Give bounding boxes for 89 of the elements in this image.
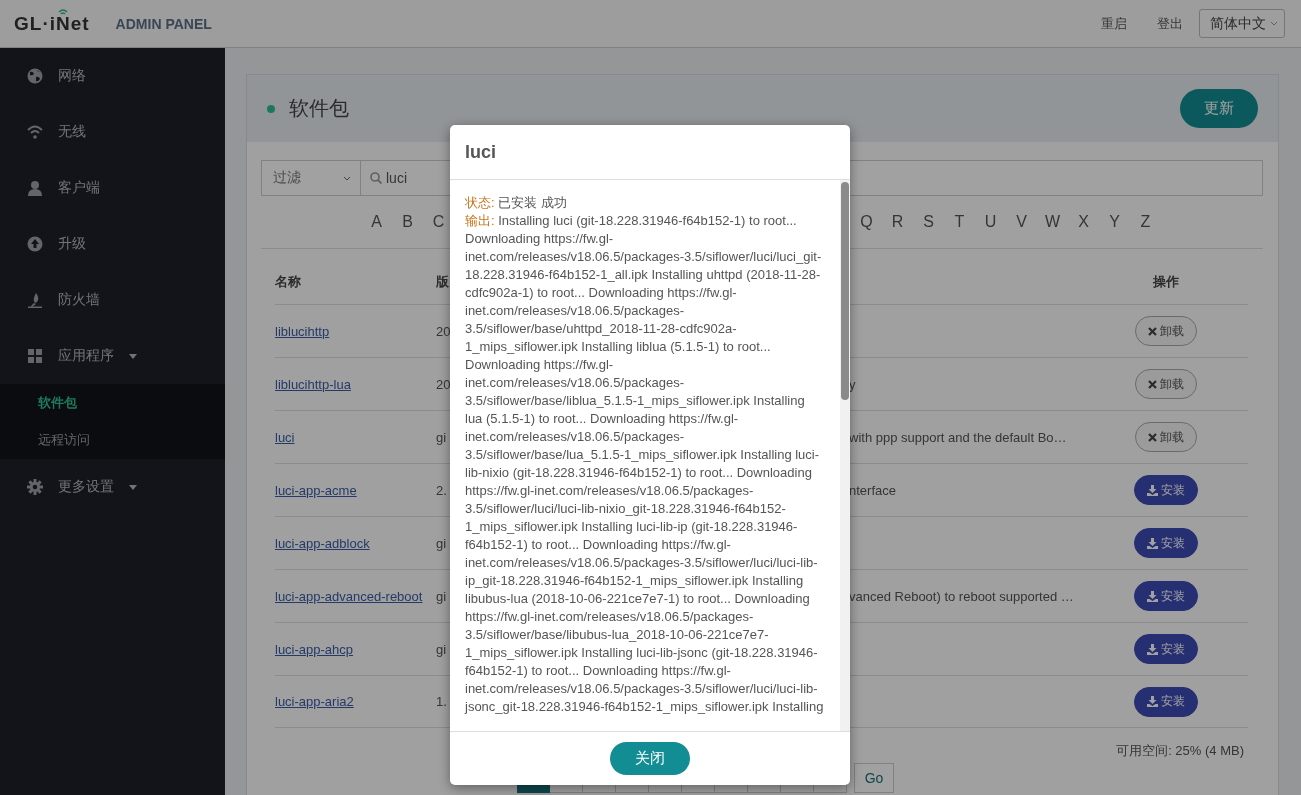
sidebar-item[interactable]: 客户端 — [0, 160, 225, 216]
person-icon — [27, 180, 43, 196]
table-cell: gi — [436, 535, 447, 551]
column-header: 版 — [436, 273, 449, 291]
submenu-item[interactable]: 远程访问 — [0, 421, 225, 459]
download-icon — [1147, 537, 1158, 549]
download-icon — [1147, 643, 1158, 655]
download-icon — [1147, 590, 1158, 602]
package-link[interactable]: luci-app-adblock — [275, 535, 370, 551]
sidebar-item[interactable]: 更多设置 — [0, 459, 225, 515]
install-button[interactable]: 安装 — [1134, 634, 1198, 664]
status-dot — [267, 104, 275, 113]
column-header: 名称 — [275, 273, 301, 291]
download-icon — [1147, 484, 1158, 496]
letter-link[interactable]: U — [975, 213, 1006, 231]
wifi-icon — [27, 124, 43, 140]
logo: GL·iNet — [14, 12, 90, 35]
install-button[interactable]: 安装 — [1134, 581, 1198, 611]
letter-link[interactable]: T — [944, 213, 975, 231]
sidebar-item[interactable]: 网络 — [0, 48, 225, 104]
flame-icon — [27, 292, 43, 308]
package-link[interactable]: luci-app-acme — [275, 482, 357, 498]
close-icon — [1148, 379, 1157, 389]
letter-link[interactable]: C — [423, 213, 454, 231]
package-link[interactable]: luci-app-aria2 — [275, 694, 354, 709]
free-space-text: 可用空间: 25% (4 MB) — [1116, 742, 1244, 760]
status-label: 状态: — [465, 195, 495, 210]
header-link[interactable]: 重启 — [1101, 14, 1127, 33]
uninstall-button[interactable]: 卸载 — [1135, 316, 1197, 346]
package-link[interactable]: luci-app-ahcp — [275, 641, 354, 657]
admin-panel-title: ADMIN PANEL — [115, 15, 212, 32]
letter-link[interactable]: X — [1068, 213, 1099, 231]
install-button[interactable]: 安装 — [1134, 528, 1198, 558]
panel-title: 软件包 — [289, 96, 350, 121]
letter-link[interactable]: S — [913, 213, 944, 231]
submenu-item[interactable]: 软件包 — [0, 384, 225, 422]
letter-link[interactable]: Z — [1130, 213, 1161, 231]
header-link[interactable]: 登出 — [1157, 14, 1183, 33]
upload-icon — [27, 236, 43, 252]
sidebar-item[interactable]: 应用程序 — [0, 328, 225, 384]
letter-link[interactable]: R — [882, 213, 913, 231]
close-icon — [1148, 326, 1157, 336]
table-cell: gi — [436, 641, 447, 657]
caret-icon — [343, 175, 351, 181]
sidebar-item[interactable]: 防火墙 — [0, 272, 225, 328]
table-cell: 2. — [436, 482, 447, 498]
filter-select[interactable]: 过滤 — [261, 160, 361, 196]
language-select[interactable]: 简体中文 — [1199, 9, 1285, 38]
uninstall-button[interactable]: 卸载 — [1135, 422, 1197, 452]
search-icon — [370, 172, 382, 184]
close-icon — [1148, 432, 1157, 442]
letter-link[interactable]: Q — [851, 213, 882, 231]
wifi-icon — [58, 8, 68, 16]
close-button[interactable]: 关闭 — [610, 742, 690, 775]
install-button[interactable]: 安装 — [1134, 686, 1198, 717]
package-link[interactable]: liblucihttp-lua — [275, 376, 351, 392]
table-cell: with ppp support and the default Bo… — [849, 429, 1067, 445]
package-link[interactable]: liblucihttp — [275, 323, 330, 339]
letter-link[interactable]: Y — [1099, 213, 1130, 231]
gear-icon — [27, 479, 43, 495]
sidebar-item[interactable]: 无线 — [0, 104, 225, 160]
scrollbar[interactable] — [840, 180, 850, 731]
table-cell: nterface — [849, 482, 896, 498]
letter-link[interactable]: A — [361, 213, 392, 231]
letter-link[interactable]: V — [1006, 213, 1037, 231]
letter-link[interactable]: W — [1037, 213, 1068, 231]
output-text: 输出: Installing luci (git-18.228.31946-f64b152-1) to root... Downloading https://fw.gl-inet.com/releases/v18.06.5/packages-3.5/siflower/luci/luci_git-18.228.31946-f64b152-1_all.ipk Installing uhttpd (2018-11-28-cdfc902a-1) to root... Downloading https://fw.gl-inet.com/releases/v18.06.5/packages-3.5/siflower/base/uhttpd_2018-11-28-cdfc902a-1_mips_siflower.ipk Installing liblua (5.1.5-1) to root... Downloading https://fw.gl-inet.com/releases/v18.06.5/packages-3.5/siflower/base/liblua_5.1.5-1_mips_siflower.ipk Installing lua (5.1.5-1) to root... Downloading https://fw.gl-inet.com/releases/v18.06.5/packages-3.5/siflower/base/lua_5.1.5-1_mips_siflower.ipk Installing luci-lib-nixio (git-18.228.31946-f64b152-1) to root... Downloading https://fw.gl-inet.com/releases/v18.06.5/packages-3.5/siflower/luci/luci-lib-nixio_git-18.228.31946-f64b152-1_mips_siflower.ipk Installing luci-lib-ip (git-18.228.31946-f64b152-1) to root... Downloading https://fw.gl-inet.com/releases/v18.06.5/packages-3.5/siflower/luci/luci-lib-ip_git-18.228.31946-f64b152-1_mips_siflower.ipk Installing libubus-lua (2018-10-06-221ce7e7-1) to root... Downloading https://fw.gl-inet.com/releases/v18.06.5/packages-3.5/siflower/base/libubus-lua_2018-10-06-221ce7e7-1_mips_siflower.ipk Installing luci-lib-jsonc (git-18.228.31946-f64b152-1) to root... Downloading https://fw.gl-inet.com/releases/v18.06.5/packages-3.5/siflower/luci/luci-lib-jsonc_git-18.228.31946-f64b152-1_mips_siflower.ipk Installing — [465, 212, 825, 716]
table-cell: 20 — [436, 323, 451, 339]
uninstall-button[interactable]: 卸载 — [1135, 369, 1197, 399]
grid-icon — [27, 348, 43, 364]
dialog-title: luci — [465, 141, 496, 163]
table-cell: vanced Reboot) to reboot supported … — [849, 588, 1074, 604]
sidebar-item[interactable]: 升级 — [0, 216, 225, 272]
package-link[interactable]: luci-app-advanced-reboot — [275, 588, 423, 604]
status-text: 已安装 成功 — [498, 195, 567, 210]
column-header: 操作 — [1153, 273, 1179, 291]
table-cell: gi — [436, 429, 447, 445]
download-icon — [1147, 696, 1158, 707]
globe-icon — [27, 68, 43, 84]
table-cell: 1. — [436, 694, 447, 709]
caret-icon — [1270, 21, 1278, 26]
table-cell: gi — [436, 588, 447, 604]
install-button[interactable]: 安装 — [1134, 475, 1198, 505]
go-button[interactable]: Go — [854, 763, 894, 793]
table-cell: 20 — [436, 376, 451, 392]
package-link[interactable]: luci — [275, 429, 295, 445]
update-button[interactable]: 更新 — [1180, 89, 1258, 128]
scrollbar-thumb[interactable] — [841, 182, 849, 400]
letter-link[interactable]: B — [392, 213, 423, 231]
